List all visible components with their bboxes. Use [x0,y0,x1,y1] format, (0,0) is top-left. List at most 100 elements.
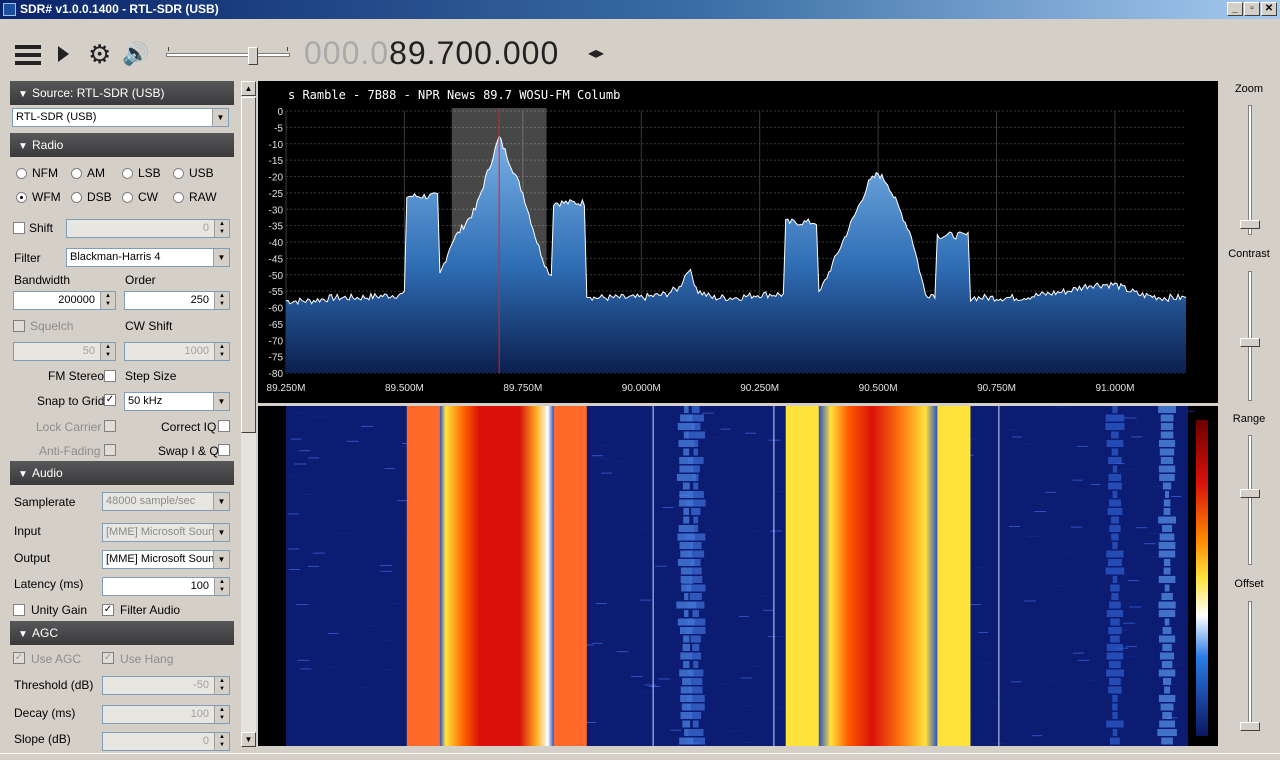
fm-stereo-checkbox[interactable] [104,370,116,382]
zoom-slider[interactable] [1240,105,1260,235]
gear-icon[interactable]: ⚙ [88,41,111,67]
y-tick-label: -55 [269,287,284,298]
range-slider-thumb[interactable] [1240,489,1260,499]
swap-iq-label: Swap I & Q [158,444,219,458]
step-size-select[interactable]: 50 kHz ▼ [124,392,230,411]
frequency-display[interactable]: 000.089.700.000 [304,33,559,73]
order-input[interactable]: 250 ▲ ▼ [124,291,230,310]
x-tick-label: 90.250M [740,383,779,394]
spinner-arrows-icon[interactable]: ▲ ▼ [100,292,115,309]
waterfall-signals [406,406,1177,746]
radio-am[interactable] [71,168,82,179]
radio-usb[interactable] [173,168,184,179]
radio-section-header[interactable]: ▼ Radio [10,133,234,157]
zoom-slider-thumb[interactable] [1240,219,1260,229]
source-device-select[interactable]: RTL-SDR (USB) ▼ [12,108,229,127]
swap-iq-checkbox[interactable] [218,444,230,456]
offset-slider-thumb[interactable] [1240,722,1260,731]
unity-gain-checkbox[interactable] [13,604,25,616]
scroll-up-icon[interactable]: ▲ [241,81,256,96]
frequency-step-arrows-icon[interactable]: ◂▸ [588,43,604,63]
contrast-slider-thumb[interactable] [1240,337,1260,347]
correct-iq-checkbox[interactable] [218,420,230,432]
latency-input[interactable]: 100 ▲ ▼ [102,577,230,596]
speaker-icon[interactable]: 🔊 [122,43,149,65]
decay-input[interactable]: 100 ▲ ▼ [102,705,230,724]
y-tick-label: -80 [269,369,284,380]
spinner-arrows-icon[interactable]: ▲ ▼ [214,706,229,723]
cw-shift-input[interactable]: 1000 ▲ ▼ [124,342,230,361]
anti-fading-checkbox[interactable] [104,444,116,456]
agc-section-header[interactable]: ▼ AGC [10,621,234,645]
samplerate-label: Samplerate [14,495,76,509]
spinner-arrows-icon[interactable]: ▲ ▼ [214,677,229,694]
close-button[interactable]: ✕ [1261,2,1277,16]
lock-carrier-label: Lock Carrier [36,420,102,434]
spinner-arrows-icon[interactable]: ▲ ▼ [100,343,115,360]
collapse-triangle-icon: ▼ [18,469,28,480]
spinner-arrows-icon[interactable]: ▲ ▼ [214,578,229,595]
waterfall-band-89-9 [553,406,587,746]
minimize-button[interactable]: _ [1227,2,1243,16]
panel-scrollbar[interactable]: ▲ ▼ [241,81,256,747]
radio-cw-label: CW [138,190,158,204]
contrast-label: Contrast [1228,248,1270,260]
anti-fading-label: Anti-Fading [39,444,101,458]
radio-nfm[interactable] [16,168,27,179]
waterfall-display[interactable] [258,406,1218,746]
snap-to-grid-checkbox[interactable]: ✓ [104,394,116,406]
dropdown-arrow-icon: ▼ [213,524,229,541]
volume-slider-thumb[interactable] [248,47,259,65]
hamburger-menu-icon[interactable] [15,45,41,65]
spinner-arrows-icon[interactable]: ▲ ▼ [214,343,229,360]
radio-dsb[interactable] [71,192,82,203]
restore-button[interactable]: ▫ [1244,2,1260,16]
radio-lsb[interactable] [122,168,133,179]
spinner-arrows-icon[interactable]: ▲ ▼ [214,220,229,237]
x-tick-label: 89.500M [385,383,424,394]
radio-nfm-label: NFM [32,166,58,180]
bandwidth-input[interactable]: 200000 ▲ ▼ [13,291,116,310]
status-bar [0,753,1280,760]
shift-input[interactable]: 0 ▲ ▼ [66,219,230,238]
dropdown-arrow-icon: ▼ [212,109,228,126]
spectrum-analyzer[interactable]: 0 -5 -10 -15 -20 -25 -30 -35 -40 -45 -50 -55 -60 -65 -… [258,81,1218,403]
lock-carrier-checkbox[interactable] [104,420,116,432]
y-tick-label: -35 [269,222,284,233]
spectrum-area [286,136,1186,373]
audio-section-header[interactable]: ▼ Audio [10,461,234,485]
spinner-arrows-icon[interactable]: ▲ ▼ [214,733,229,750]
filter-select[interactable]: Blackman-Harris 4 ▼ [66,248,230,267]
radio-cw[interactable] [122,192,133,203]
audio-input-select[interactable]: [MME] Microsoft Soun ▼ [102,523,230,542]
dropdown-arrow-icon: ▼ [213,249,229,266]
offset-slider[interactable] [1240,601,1260,731]
y-tick-label: -45 [269,254,284,265]
use-agc-checkbox[interactable]: ✓ [13,652,25,664]
threshold-input[interactable]: -50 ▲ ▼ [102,676,230,695]
waterfall-band-90-5 [818,406,938,746]
filter-audio-checkbox[interactable]: ✓ [102,604,114,616]
volume-slider[interactable] [166,47,290,65]
squelch-input[interactable]: 50 ▲ ▼ [13,342,116,361]
shift-checkbox[interactable] [13,222,25,234]
contrast-slider[interactable] [1240,271,1260,401]
source-section-header[interactable]: ▼ Source: RTL-SDR (USB) [10,81,234,105]
filter-audio-label: Filter Audio [120,603,181,617]
samplerate-select[interactable]: 48000 sample/sec ▼ [102,492,230,511]
slope-input[interactable]: 0 ▲ ▼ [102,732,230,751]
y-tick-label: -25 [269,189,284,200]
range-slider[interactable] [1240,435,1260,565]
use-hang-label: Use Hang [120,652,174,666]
radio-raw[interactable] [173,192,184,203]
scroll-down-icon[interactable]: ▼ [241,732,256,747]
radio-wfm[interactable] [16,192,27,203]
squelch-checkbox[interactable] [13,320,25,332]
latency-label: Latency (ms) [14,577,84,591]
spinner-arrows-icon[interactable]: ▲ ▼ [214,292,229,309]
scrollbar-thumb[interactable] [241,97,256,433]
audio-output-select[interactable]: [MME] Microsoft Soun ▼ [102,550,230,569]
use-hang-checkbox[interactable]: ✓ [102,652,114,664]
play-icon[interactable] [58,46,69,62]
correct-iq-label: Correct IQ [161,420,217,434]
